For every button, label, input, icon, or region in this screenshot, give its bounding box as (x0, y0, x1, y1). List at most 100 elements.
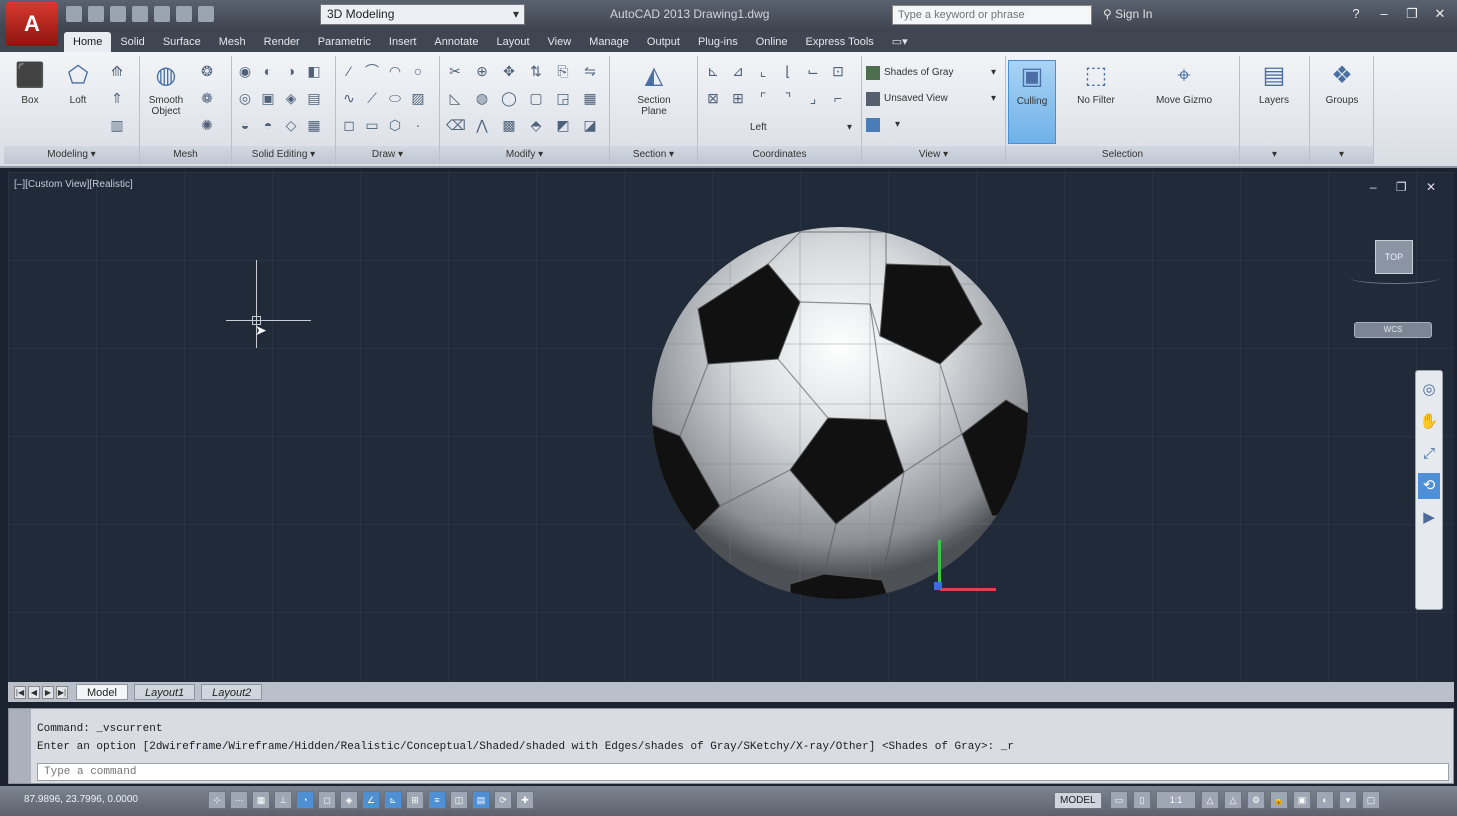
3d-object-snap-icon[interactable]: ◈ (340, 791, 358, 809)
helix-icon[interactable]: ⟋ (363, 89, 381, 107)
quick-view-layouts-icon[interactable]: ▭ (1110, 791, 1128, 809)
tab-insert[interactable]: Insert (380, 32, 426, 52)
interfere-icon[interactable]: ◈ (282, 89, 300, 107)
last-layout-icon[interactable]: ▶| (56, 685, 68, 699)
tab-solid[interactable]: Solid (111, 32, 153, 52)
extrude-icon[interactable]: ⟰ (108, 62, 126, 80)
polar-tracking-icon[interactable]: ◔ (296, 791, 314, 809)
panel-title-layers[interactable]: ▾ (1240, 146, 1309, 164)
ucs-view-icon[interactable]: ⌜ (754, 89, 772, 107)
tab-layout2[interactable]: Layout2 (201, 684, 263, 700)
presspull-icon[interactable]: ⇑ (108, 89, 126, 107)
loft-button[interactable]: ⬠ Loft (54, 60, 102, 106)
panel-title-groups[interactable]: ▾ (1310, 146, 1373, 164)
panel-title-coordinates[interactable]: Coordinates (698, 146, 861, 164)
redo-icon[interactable] (198, 6, 214, 22)
imprint-icon[interactable]: ◒ (236, 116, 254, 134)
minimize-icon[interactable]: – (1375, 6, 1393, 22)
viewport-label[interactable]: [–][Custom View][Realistic] (14, 179, 133, 190)
polysolid-icon[interactable]: ▥ (108, 116, 126, 134)
orbit-icon[interactable]: ⟲ (1418, 473, 1440, 499)
move-gizmo-button[interactable]: ⌖ Move Gizmo (1146, 60, 1222, 106)
hardware-acceleration-icon[interactable]: ▣ (1293, 791, 1311, 809)
ucs-x-icon[interactable]: ⌞ (754, 62, 772, 80)
smooth-object-button[interactable]: ◍ Smooth Object (142, 60, 190, 117)
panel-title-modeling[interactable]: Modeling ▾ (4, 146, 139, 164)
3d-rotate-icon[interactable]: ⊕ (473, 62, 491, 80)
tab-manage[interactable]: Manage (580, 32, 638, 52)
panel-title-modify[interactable]: Modify ▾ (440, 146, 609, 164)
coordinate-readout[interactable]: 87.9896, 23.7996, 0.0000 (24, 794, 138, 805)
break-icon[interactable]: ◪ (581, 116, 599, 134)
move-icon[interactable]: ✥ (500, 62, 518, 80)
ucs-origin-icon[interactable]: ⊡ (829, 62, 847, 80)
save-icon[interactable] (110, 6, 126, 22)
union-icon[interactable]: ◉ (236, 62, 254, 80)
lock-icon[interactable]: 🔒 (1270, 791, 1288, 809)
annotation-monitor-icon[interactable]: ✚ (516, 791, 534, 809)
quick-properties-icon[interactable]: ▤ (472, 791, 490, 809)
tab-surface[interactable]: Surface (154, 32, 210, 52)
tab-mesh[interactable]: Mesh (210, 32, 255, 52)
help-icon[interactable]: ? (1347, 6, 1365, 22)
showmotion-icon[interactable]: ▶ (1418, 505, 1440, 531)
panel-title-mesh[interactable]: Mesh (140, 146, 231, 164)
ucs-world-icon[interactable]: ⊿ (729, 62, 747, 80)
viewport-config-dropdown[interactable]: ▾ (864, 114, 904, 136)
panel-title-view[interactable]: View ▾ (862, 146, 1005, 164)
open-icon[interactable] (88, 6, 104, 22)
ucs-y-icon[interactable]: ⌊ (779, 62, 797, 80)
region-icon[interactable]: ◻ (340, 116, 358, 134)
lineweight-icon[interactable]: ≡ (428, 791, 446, 809)
line-icon[interactable]: ⁄ (340, 62, 358, 80)
point-icon[interactable]: · (409, 116, 427, 134)
ucs-3point-icon[interactable]: ⌝ (779, 89, 797, 107)
snap-mode-icon[interactable]: ⋯ (230, 791, 248, 809)
tab-output[interactable]: Output (638, 32, 689, 52)
sign-in-button[interactable]: ⚲ Sign In (1103, 7, 1152, 21)
spline-icon[interactable]: ∿ (340, 89, 358, 107)
named-ucs-dropdown[interactable]: Left ▾ (706, 118, 856, 138)
array-icon[interactable]: ▦ (581, 89, 599, 107)
rectangle-icon[interactable]: ▭ (363, 116, 381, 134)
annotation-scale-dropdown[interactable]: 1:1 (1156, 791, 1196, 809)
box-button[interactable]: ⬛ Box (6, 60, 54, 106)
shell-icon[interactable]: ◇ (282, 116, 300, 134)
3d-align-icon[interactable]: ⇅ (527, 62, 545, 80)
extract-edges-icon[interactable]: ◎ (236, 89, 254, 107)
tab-express-tools[interactable]: Express Tools (797, 32, 883, 52)
restore-icon[interactable]: ❐ (1403, 6, 1421, 22)
ucs-face-icon[interactable]: ⊠ (704, 89, 722, 107)
erase-icon[interactable]: ⌫ (446, 116, 466, 134)
stretch-icon[interactable]: ◲ (554, 89, 572, 107)
slice-icon[interactable]: ◧ (305, 62, 323, 80)
tab-layout[interactable]: Layout (487, 32, 538, 52)
viewcube-compass[interactable] (1350, 272, 1440, 284)
subtract-icon[interactable]: ◐ (259, 62, 277, 80)
smooth-less-icon[interactable]: ❁ (198, 89, 216, 107)
steering-wheel-icon[interactable]: ◎ (1418, 377, 1440, 403)
transparency-icon[interactable]: ◫ (450, 791, 468, 809)
fillet-icon[interactable]: ◺ (446, 89, 464, 107)
tab-parametric[interactable]: Parametric (309, 32, 380, 52)
ribbon-minimize-icon[interactable]: ▭▾ (883, 32, 917, 52)
next-layout-icon[interactable]: ▶ (42, 685, 54, 699)
3d-mirror-icon[interactable]: ⋀ (473, 116, 491, 134)
isolate-objects-icon[interactable]: ◐ (1316, 791, 1334, 809)
object-snap-tracking-icon[interactable]: ∠ (362, 791, 380, 809)
ortho-mode-icon[interactable]: ⊥ (274, 791, 292, 809)
panel-title-selection[interactable]: Selection (1006, 146, 1239, 164)
ucs-zaxis-icon[interactable]: ⌟ (804, 89, 822, 107)
save-as-icon[interactable] (132, 6, 148, 22)
chamfer-icon[interactable]: ◩ (554, 116, 572, 134)
clean-screen-icon[interactable]: ▢ (1362, 791, 1380, 809)
groups-button[interactable]: ❖ Groups (1318, 60, 1366, 106)
soccer-ball-model[interactable] (650, 224, 1030, 602)
help-search-input[interactable] (892, 5, 1092, 25)
intersect-icon[interactable]: ◑ (282, 62, 300, 80)
workspace-switching-icon[interactable]: ⚙ (1247, 791, 1265, 809)
grid-display-icon[interactable]: ▦ (252, 791, 270, 809)
prev-layout-icon[interactable]: ◀ (28, 685, 40, 699)
pan-icon[interactable]: ✋ (1418, 409, 1440, 435)
first-layout-icon[interactable]: |◀ (14, 685, 26, 699)
